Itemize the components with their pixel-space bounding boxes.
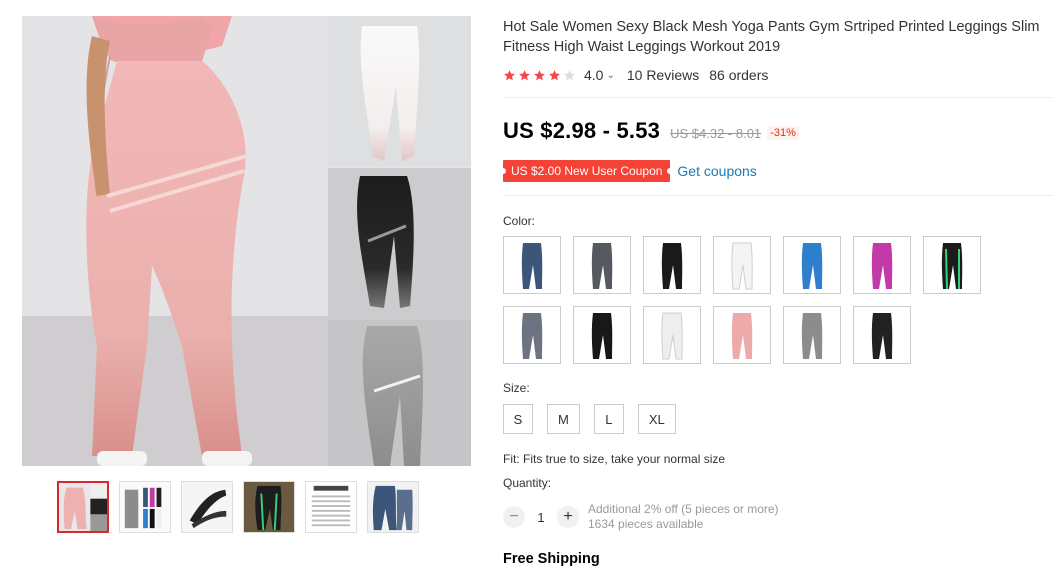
swatch-image	[716, 309, 768, 361]
swatch-image	[786, 309, 838, 361]
thumbnail-2[interactable]	[119, 481, 171, 533]
increase-quantity-button[interactable]: +	[557, 506, 579, 528]
color-swatch-camo-grey[interactable]	[503, 306, 561, 364]
main-product-image[interactable]	[22, 16, 471, 466]
rating-dropdown[interactable]: 4.0 ⌄	[584, 67, 615, 83]
coupon-row: US $2.00 New User Coupon Get coupons	[499, 160, 757, 182]
chevron-down-icon: ⌄	[606, 69, 615, 81]
divider	[503, 97, 1053, 98]
thumbnail-1[interactable]	[57, 481, 109, 533]
star-icon	[534, 69, 545, 80]
quantity-label: Quantity:	[503, 476, 552, 490]
color-label: Color:	[503, 214, 536, 228]
rating-value: 4.0	[584, 67, 604, 83]
swatch-image	[926, 239, 978, 291]
original-price: US $4.32 - 8.01	[670, 126, 762, 141]
price-row: US $2.98 - 5.53 US $4.32 - 8.01 -31%	[503, 118, 799, 144]
swatch-image	[646, 309, 698, 361]
color-swatches	[503, 236, 1003, 364]
thumbnail-image	[244, 482, 294, 532]
size-option-m[interactable]: M	[547, 404, 580, 434]
thumbnail-4[interactable]	[243, 481, 295, 533]
reviews-link[interactable]: 10 Reviews	[627, 67, 699, 83]
swatch-image	[856, 239, 908, 291]
swatch-image	[576, 309, 628, 361]
bulk-discount-text: Additional 2% off (5 pieces or more)	[588, 502, 779, 516]
star-icon	[564, 69, 575, 80]
quantity-stepper: − 1 + Additional 2% off (5 pieces or mor…	[503, 502, 779, 532]
thumbnail-strip	[57, 481, 419, 533]
swatch-image	[646, 239, 698, 291]
color-swatch-black-stripe[interactable]	[573, 306, 631, 364]
color-swatch-black-green-stripe[interactable]	[923, 236, 981, 294]
divider	[503, 195, 1053, 196]
product-photo	[22, 16, 471, 466]
size-option-s[interactable]: S	[503, 404, 533, 434]
quantity-info: Additional 2% off (5 pieces or more) 163…	[588, 502, 779, 532]
swatch-image	[716, 239, 768, 291]
quantity-value[interactable]: 1	[525, 510, 557, 525]
thumbnail-3[interactable]	[181, 481, 233, 533]
size-option-l[interactable]: L	[593, 404, 624, 434]
thumbnail-image	[182, 482, 232, 532]
pieces-available: 1634 pieces available	[588, 517, 704, 531]
decrease-quantity-button[interactable]: −	[503, 506, 525, 528]
orders-count: 86 orders	[709, 67, 769, 83]
star-icon	[549, 69, 560, 80]
thumbnail-6[interactable]	[367, 481, 419, 533]
color-swatch-white[interactable]	[713, 236, 771, 294]
fit-info: Fit: Fits true to size, take your normal…	[503, 452, 726, 466]
star-icon	[519, 69, 530, 80]
color-swatch-grey[interactable]	[783, 306, 841, 364]
thumbnail-5-size-chart[interactable]	[305, 481, 357, 533]
thumbnail-image	[120, 482, 170, 532]
color-swatch-grey-denim[interactable]	[573, 236, 631, 294]
color-swatch-pink[interactable]	[713, 306, 771, 364]
free-shipping: Free Shipping	[503, 551, 600, 567]
star-icon	[504, 69, 515, 80]
swatch-image	[506, 309, 558, 361]
swatch-image	[856, 309, 908, 361]
size-label: Size:	[503, 381, 530, 395]
size-option-xl[interactable]: XL	[637, 404, 676, 434]
get-coupons-link[interactable]: Get coupons	[677, 163, 756, 179]
swatch-image	[506, 239, 558, 291]
color-swatch-black-white-stripe[interactable]	[643, 236, 701, 294]
thumbnail-image	[368, 482, 418, 532]
color-swatch-magenta[interactable]	[853, 236, 911, 294]
new-user-coupon-badge[interactable]: US $2.00 New User Coupon	[499, 160, 674, 182]
color-swatch-blue[interactable]	[783, 236, 841, 294]
color-swatch-black-sparkle[interactable]	[853, 306, 911, 364]
swatch-image	[786, 239, 838, 291]
price: US $2.98 - 5.53	[503, 118, 661, 143]
size-options: S M L XL	[503, 404, 676, 434]
rating-row: 4.0 ⌄ 10 Reviews 86 orders	[503, 66, 768, 84]
color-swatch-blue-denim[interactable]	[503, 236, 561, 294]
product-title: Hot Sale Women Sexy Black Mesh Yoga Pant…	[503, 19, 1040, 55]
star-rating	[503, 69, 576, 82]
thumbnail-image	[59, 483, 107, 531]
thumbnail-image	[306, 482, 356, 532]
swatch-image	[576, 239, 628, 291]
color-swatch-white-stripe[interactable]	[643, 306, 701, 364]
discount-badge: -31%	[767, 126, 799, 140]
